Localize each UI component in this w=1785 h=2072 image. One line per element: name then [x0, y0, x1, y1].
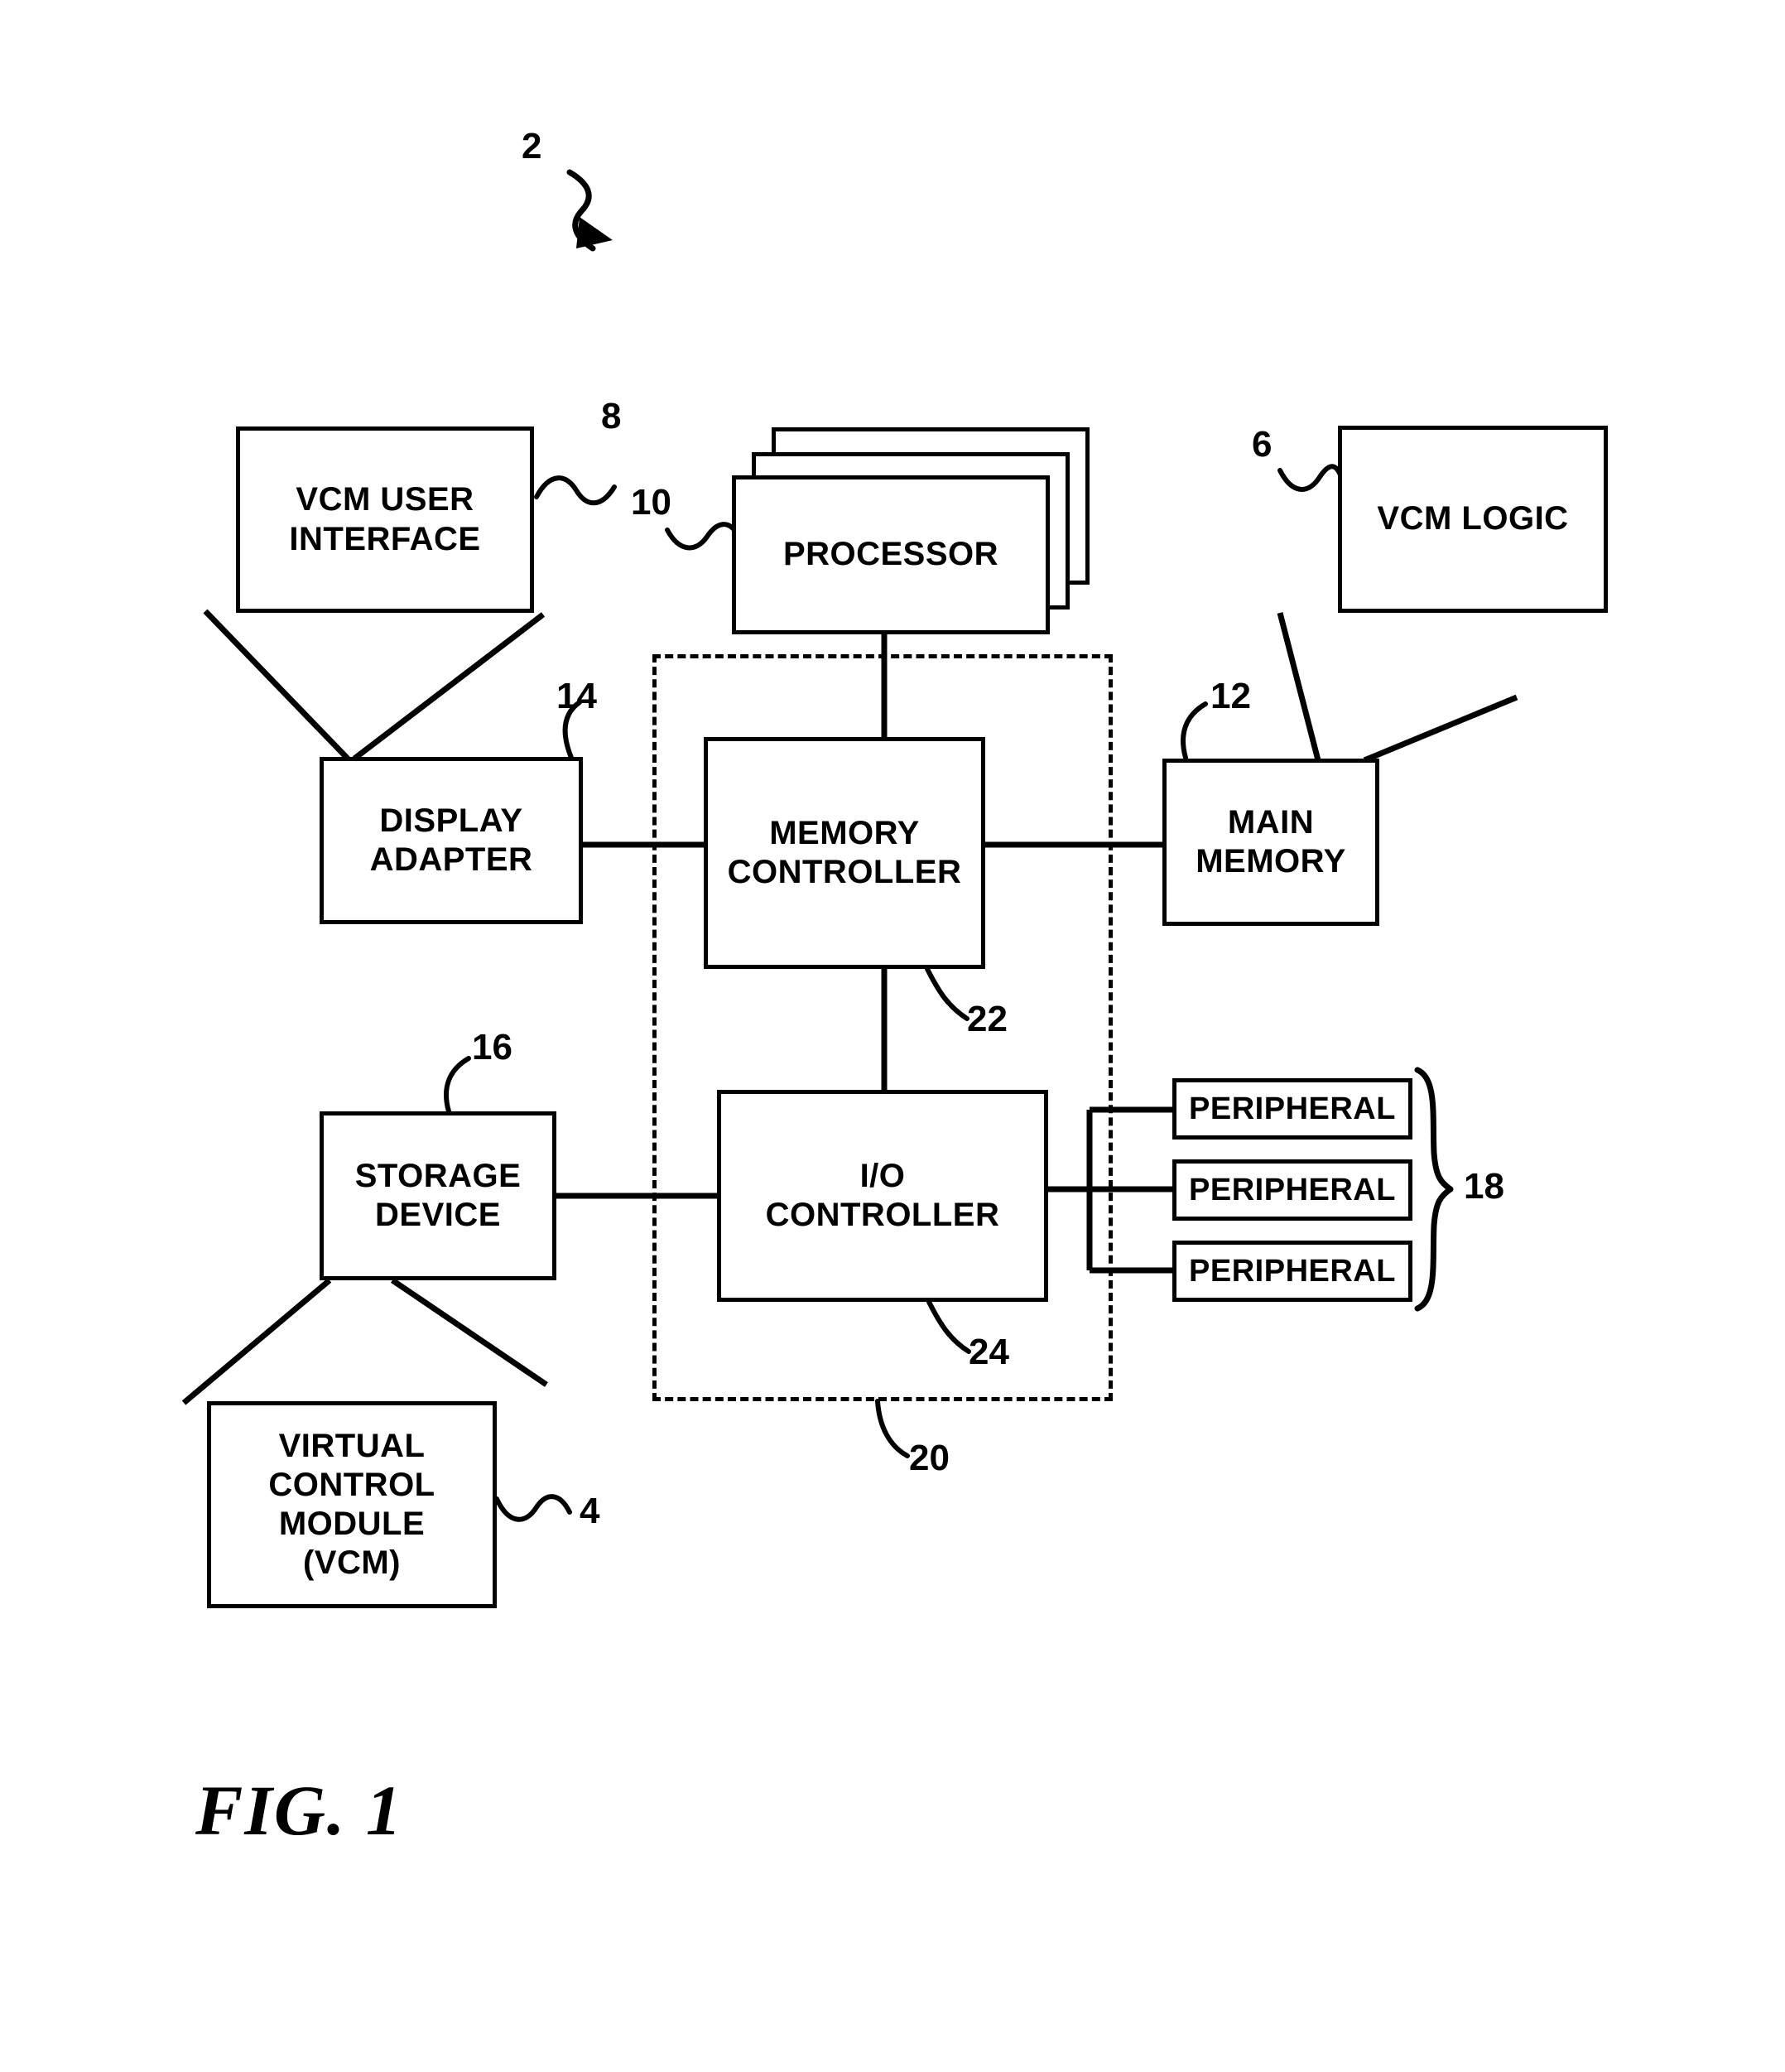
ref-number-2: 2 [522, 126, 542, 166]
leader-storage-to-vcm [181, 1278, 548, 1405]
peripheral-label-3: PERIPHERAL [1189, 1253, 1396, 1289]
ref-number-12: 12 [1210, 676, 1251, 716]
memory-controller-box[interactable]: MEMORY CONTROLLER [704, 737, 985, 969]
main-memory-label: MAIN MEMORY [1196, 803, 1346, 879]
ref-number-10: 10 [631, 482, 671, 523]
storage-device-box[interactable]: STORAGE DEVICE [320, 1111, 556, 1280]
ref-number-20: 20 [909, 1438, 950, 1478]
leader-squiggle-8 [534, 475, 617, 506]
io-controller-label: I/O CONTROLLER [765, 1157, 1000, 1233]
figure-caption: FIG. 1 [195, 1771, 403, 1850]
vcm-logic-box[interactable]: VCM LOGIC [1338, 426, 1608, 613]
peripheral-label-2: PERIPHERAL [1189, 1172, 1396, 1207]
leader-squiggle-4 [494, 1494, 572, 1522]
leader-vcm-logic-to-main-memory [1277, 612, 1518, 764]
vcm-user-interface-label: VCM USER INTERFACE [289, 481, 481, 557]
system-ref-arrowhead [576, 217, 613, 248]
storage-device-label: STORAGE DEVICE [354, 1157, 522, 1233]
virtual-control-module-box[interactable]: VIRTUAL CONTROL MODULE (VCM) [207, 1401, 497, 1608]
main-memory-box[interactable]: MAIN MEMORY [1162, 759, 1379, 926]
ref-number-18: 18 [1464, 1166, 1504, 1207]
ref-number-14: 14 [556, 676, 597, 716]
leader-curve-20 [875, 1399, 910, 1458]
ref-number-4: 4 [580, 1491, 600, 1531]
leader-curve-12 [1181, 701, 1208, 760]
virtual-control-module-label: VIRTUAL CONTROL MODULE (VCM) [268, 1427, 435, 1582]
vcm-user-interface-box[interactable]: VCM USER INTERFACE [236, 426, 534, 613]
peripheral-box-1[interactable]: PERIPHERAL [1172, 1078, 1412, 1140]
vcm-logic-label: VCM LOGIC [1377, 500, 1569, 537]
leader-vcm-ui-to-display-adapter [203, 609, 546, 761]
leader-squiggle-6 [1277, 464, 1344, 492]
leader-squiggle-10 [665, 522, 739, 551]
ref-number-8: 8 [601, 396, 622, 436]
ref-number-22: 22 [967, 999, 1008, 1039]
ref-number-24: 24 [969, 1332, 1009, 1372]
peripheral-label-1: PERIPHERAL [1189, 1091, 1396, 1126]
display-adapter-label: DISPLAY ADAPTER [369, 802, 533, 878]
peripheral-box-3[interactable]: PERIPHERAL [1172, 1241, 1412, 1302]
io-controller-box[interactable]: I/O CONTROLLER [717, 1090, 1048, 1302]
memory-controller-label: MEMORY CONTROLLER [727, 814, 962, 890]
peripheral-box-2[interactable]: PERIPHERAL [1172, 1159, 1412, 1221]
processor-label: PROCESSOR [782, 536, 999, 573]
peripheral-group-bracket [1414, 1067, 1454, 1312]
display-adapter-box[interactable]: DISPLAY ADAPTER [320, 757, 583, 924]
processor-box[interactable]: PROCESSOR [732, 475, 1050, 634]
ref-number-16: 16 [472, 1027, 512, 1067]
leader-curve-16 [444, 1056, 471, 1114]
patent-figure-page: VCM USER INTERFACE 8 PROCESSOR 10 VCM LO… [0, 0, 1785, 2072]
ref-number-6: 6 [1252, 424, 1273, 465]
